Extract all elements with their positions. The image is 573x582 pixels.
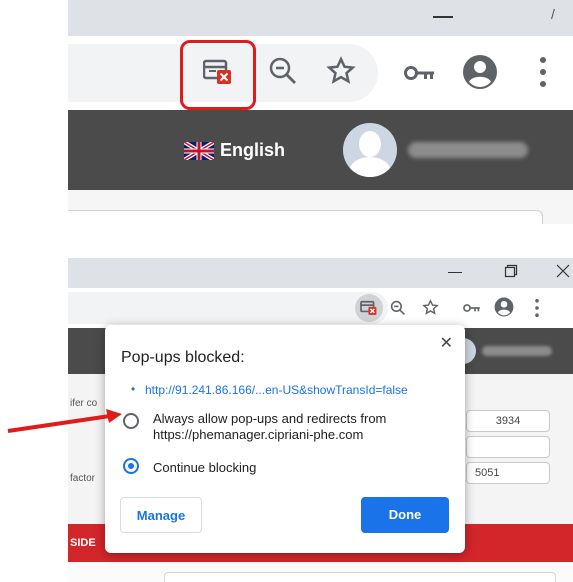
close-icon[interactable]: ✕ bbox=[440, 333, 453, 353]
language-label[interactable]: English bbox=[220, 140, 285, 161]
blurred-username bbox=[408, 142, 528, 158]
account-icon[interactable] bbox=[462, 54, 498, 90]
popups-blocked-dialog: ✕ Pop-ups blocked: • http://91.241.86.16… bbox=[105, 325, 465, 553]
account-icon[interactable] bbox=[494, 297, 514, 317]
uk-flag-icon bbox=[184, 142, 214, 160]
close-icon[interactable]: / bbox=[551, 6, 555, 22]
option-always-allow-line1: Always allow pop-ups and redirects from bbox=[153, 411, 387, 426]
top-browser-view: / English bbox=[68, 0, 573, 224]
avatar[interactable] bbox=[343, 123, 397, 177]
value-field[interactable] bbox=[466, 436, 550, 458]
value-field[interactable]: 5051 bbox=[466, 462, 550, 484]
option-continue-blocking[interactable]: Continue blocking bbox=[153, 460, 256, 476]
option-always-allow-line2: https://phemanager.cipriani-phe.com bbox=[153, 427, 364, 442]
key-icon[interactable] bbox=[404, 64, 436, 82]
restore-icon[interactable] bbox=[504, 264, 518, 278]
radio-continue-blocking[interactable] bbox=[123, 458, 139, 474]
done-button[interactable]: Done bbox=[361, 497, 449, 533]
value-field[interactable]: 3934 bbox=[466, 410, 550, 432]
input-field[interactable] bbox=[164, 572, 556, 582]
blocked-popup-link[interactable]: http://91.241.86.166/...en-US&showTransI… bbox=[145, 383, 408, 397]
popup-blocked-button[interactable] bbox=[355, 294, 383, 322]
menu-icon[interactable] bbox=[534, 298, 540, 318]
star-icon[interactable] bbox=[422, 299, 439, 316]
bullet-icon: • bbox=[131, 382, 136, 396]
toolbar bbox=[68, 36, 573, 110]
dialog-title: Pop-ups blocked: bbox=[121, 349, 245, 366]
star-icon[interactable] bbox=[326, 56, 356, 86]
page-content bbox=[68, 562, 573, 582]
section-label: SIDE bbox=[70, 537, 96, 549]
manage-button[interactable]: Manage bbox=[120, 497, 202, 533]
zoom-out-icon[interactable] bbox=[390, 300, 406, 316]
minimize-icon[interactable] bbox=[448, 272, 462, 273]
popup-blocked-icon bbox=[360, 300, 377, 315]
highlight-box bbox=[180, 40, 256, 110]
blurred-username bbox=[482, 346, 552, 356]
title-bar bbox=[68, 258, 573, 288]
form-label-fragment: factor bbox=[70, 473, 96, 484]
menu-icon[interactable] bbox=[538, 56, 548, 88]
site-header: English bbox=[68, 110, 573, 190]
title-bar: / bbox=[68, 0, 573, 36]
zoom-out-icon[interactable] bbox=[268, 56, 298, 86]
option-always-allow[interactable]: Always allow pop-ups and redirects from … bbox=[153, 411, 386, 443]
annotation-arrow-icon bbox=[7, 409, 122, 433]
address-bar[interactable] bbox=[68, 292, 388, 324]
input-field[interactable] bbox=[68, 210, 543, 224]
key-icon[interactable] bbox=[463, 303, 481, 313]
page-content bbox=[68, 190, 573, 224]
close-icon[interactable] bbox=[556, 264, 570, 278]
toolbar bbox=[68, 288, 573, 328]
minimize-icon[interactable] bbox=[433, 16, 453, 18]
